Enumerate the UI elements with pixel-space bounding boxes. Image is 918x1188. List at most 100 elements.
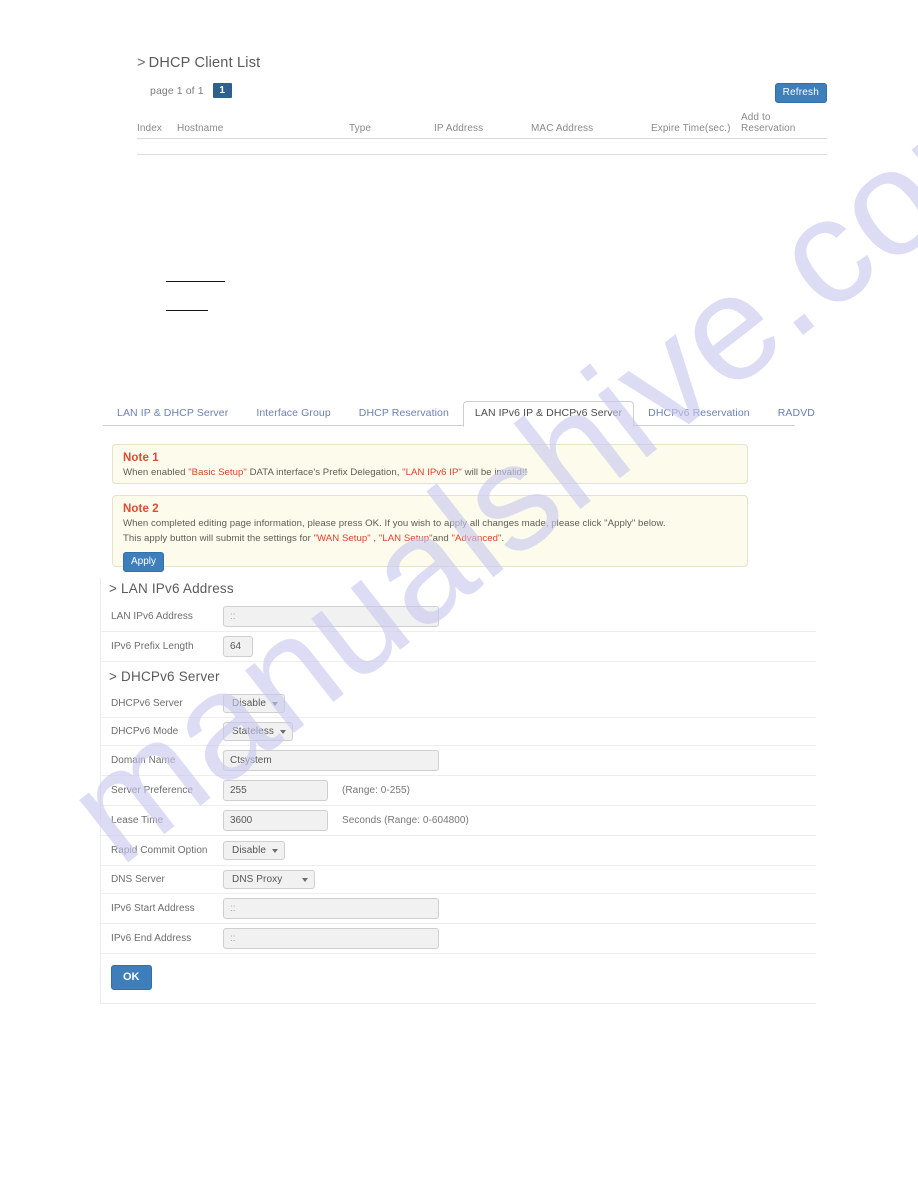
chevron-down-icon [272, 701, 278, 706]
label-ipv6-prefix-length: IPv6 Prefix Length [111, 641, 194, 652]
chevron-down-icon [280, 729, 286, 734]
column-ip-address: IP Address [434, 123, 484, 134]
dhcp-client-table: Index Hostname Type IP Address MAC Addre… [137, 112, 827, 157]
domain-name-input[interactable] [223, 750, 439, 771]
column-type: Type [349, 123, 372, 134]
lease-time-hint: Seconds (Range: 0-604800) [342, 815, 469, 826]
column-add-to-reservation: Add to Reservation [741, 112, 796, 134]
column-index: Index [137, 123, 162, 134]
underline-mark-1 [166, 281, 225, 282]
dhcpv6-server-select[interactable]: Disable [223, 694, 285, 713]
apply-button[interactable]: Apply [123, 552, 165, 572]
note-2-line-1: When completed editing page information,… [123, 518, 666, 529]
note-1-part-1: "Basic Setup" [188, 467, 247, 478]
note-2-part-3: "LAN Setup" [378, 532, 433, 544]
column-expire-time: Expire Time(sec.) [651, 123, 731, 134]
note-1-part-4: will be invalid!! [461, 467, 528, 478]
refresh-button[interactable]: Refresh [774, 83, 827, 103]
rapid-commit-option-select-value: Disable [232, 845, 267, 856]
label-dns-server: DNS Server [111, 874, 165, 885]
ipv6-prefix-length-input[interactable] [223, 636, 253, 657]
dns-server-select[interactable]: DNS Proxy [223, 870, 315, 889]
lease-time-input[interactable] [223, 810, 328, 831]
settings-panel: > LAN IPv6 Address LAN IPv6 Address IPv6… [100, 578, 816, 1004]
note-2-part-6: . [501, 532, 505, 544]
note-1-heading: Note 1 [123, 452, 159, 464]
column-hostname: Hostname [177, 123, 224, 134]
lan-ipv6-address-title-text: LAN IPv6 Address [121, 581, 234, 596]
tab-lan-ipv6-ip-dhcpv6-server[interactable]: LAN IPv6 IP & DHCPv6 Server [462, 401, 635, 427]
table-empty-body [137, 138, 827, 155]
row-lease-time: Lease Time Seconds (Range: 0-604800) [101, 805, 816, 835]
tab-interface-group[interactable]: Interface Group [242, 407, 344, 426]
dhcpv6-mode-select[interactable]: Stateless [223, 722, 293, 741]
note-1-part-3: "LAN IPv6 IP" [402, 467, 462, 478]
tab-bar: LAN IP & DHCP Server Interface Group DHC… [103, 398, 815, 427]
chevron-down-icon [272, 848, 278, 853]
pagination-label: page 1 of 1 [150, 84, 204, 97]
server-preference-input[interactable] [223, 780, 328, 801]
rapid-commit-option-select[interactable]: Disable [223, 841, 285, 860]
row-ipv6-start-address: IPv6 Start Address [101, 893, 816, 923]
label-dhcpv6-mode: DHCPv6 Mode [111, 726, 179, 737]
dhcpv6-server-title: > DHCPv6 Server [101, 661, 816, 690]
table-bottom-rule [137, 154, 827, 158]
note-2-part-0: This apply button will submit the settin… [123, 532, 314, 544]
label-ipv6-end-address: IPv6 End Address [111, 933, 192, 944]
note-2-part-5: "Advanced" [451, 532, 502, 544]
ipv6-end-address-input[interactable] [223, 928, 439, 949]
row-lan-ipv6-address: LAN IPv6 Address [101, 602, 816, 631]
dhcp-client-list-section: > DHCP Client List page 1 of 1 1 Refresh … [137, 55, 827, 157]
chevron-right-icon: > [109, 581, 118, 596]
note-2-part-4: and [432, 532, 452, 544]
dhcp-client-list-title-text: DHCP Client List [148, 55, 261, 71]
row-rapid-commit-option: Rapid Commit Option Disable [101, 835, 816, 865]
row-ipv6-end-address: IPv6 End Address [101, 923, 816, 953]
chevron-down-icon [302, 877, 308, 882]
note-2-body: When completed editing page information,… [123, 517, 737, 546]
column-mac-address: MAC Address [531, 123, 594, 134]
label-lan-ipv6-address: LAN IPv6 Address [111, 611, 193, 622]
table-header-row: Index Hostname Type IP Address MAC Addre… [137, 112, 827, 139]
lan-ipv6-address-title: > LAN IPv6 Address [101, 578, 816, 602]
note-2-line-2: This apply button will submit the settin… [123, 532, 737, 547]
note-1-body: When enabled "Basic Setup" DATA interfac… [123, 466, 737, 481]
tab-radvd[interactable]: RADVD [764, 407, 829, 426]
chevron-right-icon: > [137, 55, 146, 71]
pagination-page-1[interactable]: 1 [212, 83, 232, 98]
lan-ipv6-address-input[interactable] [223, 606, 439, 627]
note-1: Note 1 When enabled "Basic Setup" DATA i… [112, 444, 748, 484]
row-ipv6-prefix-length: IPv6 Prefix Length [101, 631, 816, 661]
row-server-preference: Server Preference (Range: 0-255) [101, 775, 816, 805]
label-rapid-commit-option: Rapid Commit Option [111, 845, 208, 856]
note-1-part-2: DATA interface's Prefix Delegation, [246, 467, 403, 478]
dhcpv6-mode-select-value: Stateless [232, 726, 275, 737]
label-lease-time: Lease Time [111, 815, 164, 826]
underline-mark-2 [166, 310, 208, 311]
dhcpv6-server-select-value: Disable [232, 698, 267, 709]
dhcpv6-server-title-text: DHCPv6 Server [121, 669, 220, 684]
dhcp-client-list-title: > DHCP Client List [137, 55, 827, 71]
dns-server-select-value: DNS Proxy [232, 874, 283, 885]
ipv6-start-address-input[interactable] [223, 898, 439, 919]
label-ipv6-start-address: IPv6 Start Address [111, 903, 195, 914]
label-domain-name: Domain Name [111, 755, 176, 766]
pagination: page 1 of 1 1 [150, 82, 827, 99]
note-2-part-1: "WAN Setup" [313, 532, 371, 544]
ok-row: OK [101, 953, 816, 1003]
label-dhcpv6-server: DHCPv6 Server [111, 698, 183, 709]
ok-button[interactable]: OK [111, 965, 152, 990]
tab-dhcpv6-reservation[interactable]: DHCPv6 Reservation [634, 407, 764, 426]
label-server-preference: Server Preference [111, 785, 193, 796]
note-1-part-0: When enabled [123, 467, 189, 478]
chevron-right-icon: > [109, 669, 118, 684]
row-dns-server: DNS Server DNS Proxy [101, 865, 816, 893]
row-domain-name: Domain Name [101, 745, 816, 775]
tab-lan-ip-dhcp-server[interactable]: LAN IP & DHCP Server [103, 407, 242, 426]
note-2-part-2: , [370, 532, 379, 544]
page-root: manualshive.com > DHCP Client List page 1… [0, 0, 918, 1188]
tab-dhcp-reservation[interactable]: DHCP Reservation [345, 407, 463, 426]
note-2: Note 2 When completed editing page infor… [112, 495, 748, 572]
row-dhcpv6-mode: DHCPv6 Mode Stateless [101, 717, 816, 745]
row-dhcpv6-server: DHCPv6 Server Disable [101, 690, 816, 717]
